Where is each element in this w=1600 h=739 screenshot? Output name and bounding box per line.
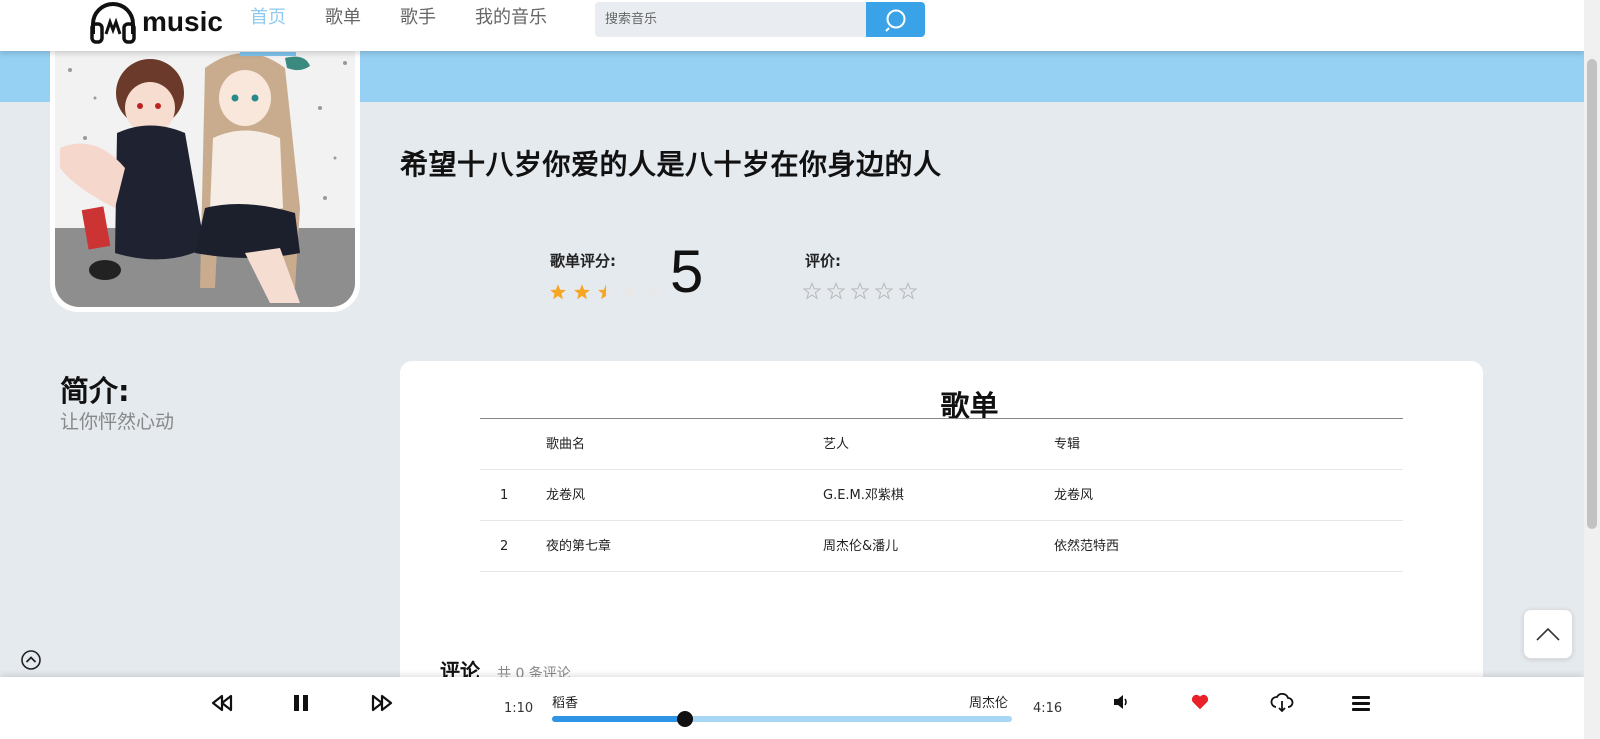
now-playing-artist: 周杰伦 bbox=[969, 696, 1009, 711]
song-name[interactable]: 夜的第七章 bbox=[546, 521, 611, 572]
chevron-up-icon bbox=[1536, 627, 1560, 641]
current-time: 1:10 bbox=[504, 701, 534, 716]
empty-star-icon[interactable] bbox=[899, 281, 923, 301]
circle-chevron-up-icon bbox=[21, 650, 41, 670]
search-icon bbox=[884, 9, 905, 32]
cover-illustration bbox=[55, 38, 355, 307]
logo-text: music bbox=[142, 6, 223, 37]
volume-icon bbox=[1114, 695, 1127, 709]
main-nav: 首页 歌单 歌手 我的音乐 bbox=[250, 4, 586, 32]
rating-label: 歌单评分: bbox=[550, 252, 616, 270]
cloud-download-icon bbox=[1270, 693, 1294, 713]
fast-forward-icon bbox=[371, 694, 393, 712]
nav-playlists[interactable]: 歌单 bbox=[325, 4, 361, 32]
unfilled-star-icon bbox=[645, 282, 669, 302]
search-button[interactable] bbox=[866, 2, 925, 37]
favorite-button[interactable] bbox=[1191, 693, 1209, 711]
table-row[interactable]: 2 夜的第七章 周杰伦&潘儿 依然范特西 bbox=[480, 521, 1403, 572]
evaluate-stars bbox=[803, 281, 923, 301]
headphones-icon bbox=[90, 2, 136, 44]
intro-heading: 简介: bbox=[60, 374, 130, 408]
cover-image bbox=[55, 38, 355, 307]
now-playing-song: 稻香 bbox=[552, 696, 579, 711]
song-artist[interactable]: 周杰伦&潘儿 bbox=[823, 521, 898, 572]
cover-tab-indicator bbox=[240, 52, 296, 56]
unfilled-star-icon bbox=[621, 282, 645, 302]
previous-button[interactable] bbox=[210, 693, 234, 713]
progress-bar[interactable] bbox=[552, 711, 1012, 727]
scrollbar-thumb[interactable] bbox=[1587, 59, 1597, 529]
song-artist[interactable]: G.E.M.邓紫棋 bbox=[823, 470, 904, 521]
page-scrollbar[interactable] bbox=[1584, 0, 1600, 739]
song-table: 歌曲名 艺人 专辑 1 龙卷风 G.E.M.邓紫棋 龙卷风 2 夜的第七章 周杰… bbox=[480, 419, 1403, 572]
mini-scroll-top-button[interactable] bbox=[20, 649, 42, 671]
rewind-icon bbox=[211, 694, 233, 712]
search-bar bbox=[595, 2, 925, 37]
heart-icon bbox=[1191, 694, 1209, 710]
total-time: 4:16 bbox=[1033, 701, 1063, 716]
filled-star-icon bbox=[549, 282, 573, 302]
evaluate-label: 评价: bbox=[805, 252, 841, 270]
search-input[interactable] bbox=[595, 2, 866, 37]
nav-home[interactable]: 首页 bbox=[250, 4, 286, 32]
empty-star-icon[interactable] bbox=[827, 281, 851, 301]
song-album[interactable]: 龙卷风 bbox=[1054, 470, 1093, 521]
rating-value: 5 bbox=[670, 238, 704, 305]
download-button[interactable] bbox=[1270, 693, 1294, 713]
intro-text: 让你怦然心动 bbox=[60, 411, 175, 433]
table-header-row: 歌曲名 艺人 专辑 bbox=[480, 419, 1403, 470]
song-album[interactable]: 依然范特西 bbox=[1054, 521, 1119, 572]
playlist-title: 希望十八岁你爱的人是八十岁在你身边的人 bbox=[400, 148, 942, 181]
song-index: 1 bbox=[500, 488, 509, 503]
menu-icon bbox=[1352, 696, 1370, 711]
empty-star-icon[interactable] bbox=[851, 281, 875, 301]
music-player-bar: 1:10 稻香 周杰伦 4:16 bbox=[0, 677, 1584, 739]
half-star-icon bbox=[597, 282, 621, 302]
playlist-menu-button[interactable] bbox=[1351, 693, 1371, 713]
logo[interactable]: music bbox=[88, 0, 223, 44]
volume-button[interactable] bbox=[1112, 693, 1130, 711]
column-header-artist: 艺人 bbox=[823, 437, 850, 452]
rating-stars bbox=[549, 282, 669, 302]
back-to-top-button[interactable] bbox=[1523, 609, 1573, 659]
pause-button[interactable] bbox=[291, 693, 311, 713]
top-header: music 首页 歌单 歌手 我的音乐 bbox=[0, 0, 1584, 51]
column-header-name: 歌曲名 bbox=[546, 437, 586, 452]
song-name[interactable]: 龙卷风 bbox=[546, 470, 585, 521]
song-index: 2 bbox=[500, 539, 509, 554]
next-button[interactable] bbox=[370, 693, 394, 713]
column-header-album: 专辑 bbox=[1054, 437, 1081, 452]
pause-icon bbox=[294, 695, 308, 711]
empty-star-icon[interactable] bbox=[875, 281, 899, 301]
nav-artists[interactable]: 歌手 bbox=[400, 4, 436, 32]
nav-my-music[interactable]: 我的音乐 bbox=[475, 4, 547, 32]
progress-fill bbox=[552, 716, 686, 722]
filled-star-icon bbox=[573, 282, 597, 302]
playlist-cover bbox=[50, 38, 360, 312]
progress-handle[interactable] bbox=[677, 711, 694, 727]
empty-star-icon[interactable] bbox=[803, 281, 827, 301]
table-row[interactable]: 1 龙卷风 G.E.M.邓紫棋 龙卷风 bbox=[480, 470, 1403, 521]
